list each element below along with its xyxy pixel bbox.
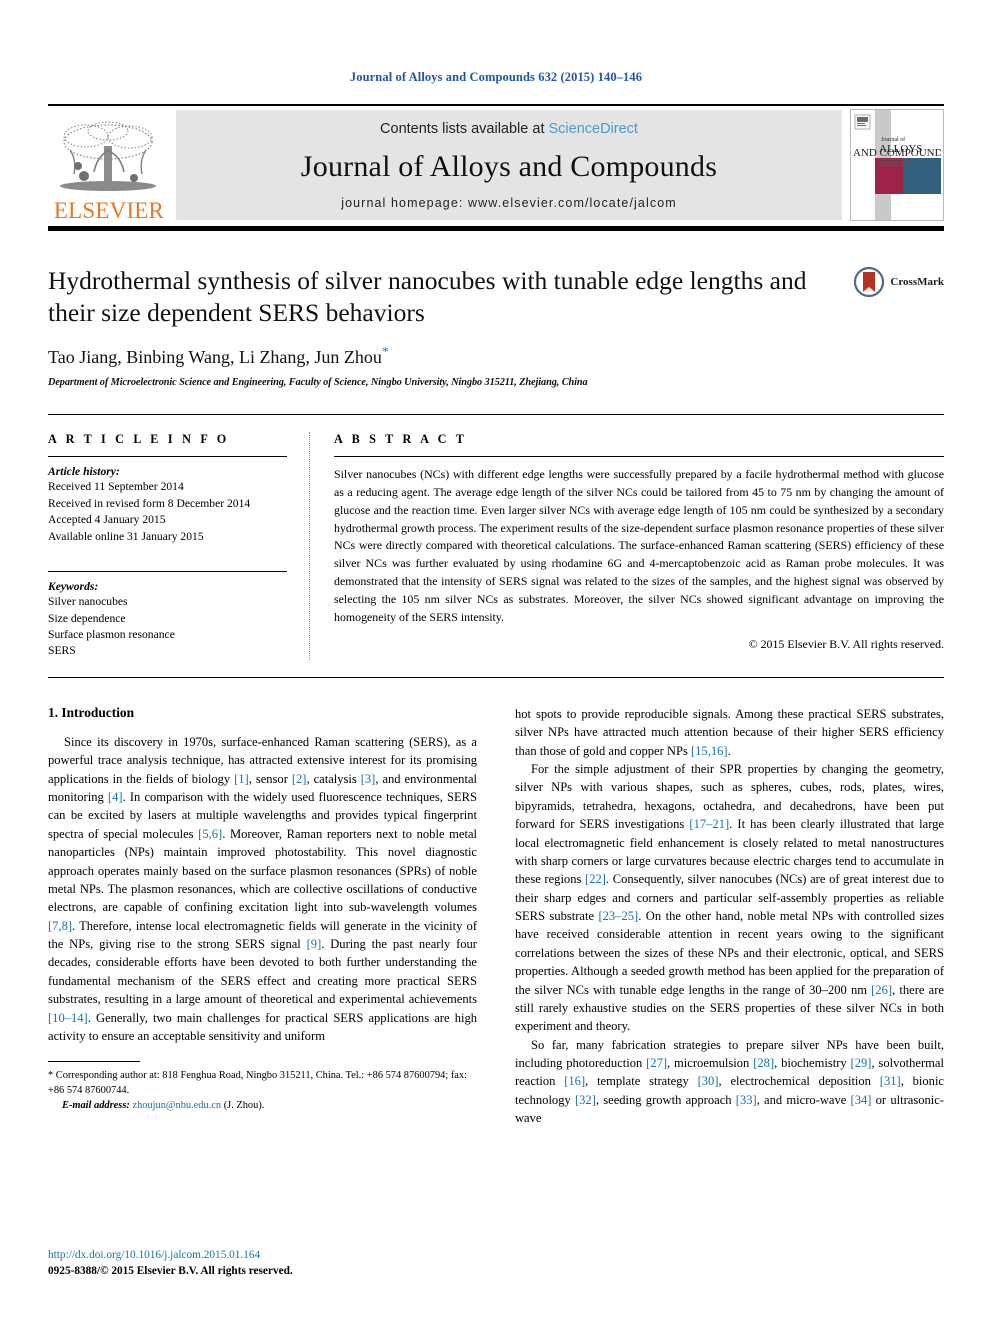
sciencedirect-link[interactable]: ScienceDirect <box>549 121 638 137</box>
crossmark-badge[interactable]: CrossMark <box>854 267 944 297</box>
elsevier-wordmark: ELSEVIER <box>53 198 165 223</box>
issn-copyright-line: 0925-8388/© 2015 Elsevier B.V. All right… <box>48 1265 293 1278</box>
masthead-center-panel: Contents lists available at ScienceDirec… <box>176 110 842 220</box>
citation-ref[interactable]: [5,6] <box>198 827 222 841</box>
keywords-heading: Keywords: <box>48 580 99 594</box>
citation-ref[interactable]: [33] <box>736 1093 757 1107</box>
citation-ref[interactable]: [16] <box>564 1074 585 1088</box>
affiliation: Department of Microelectronic Science an… <box>48 377 588 389</box>
contents-available-line: Contents lists available at ScienceDirec… <box>380 121 638 137</box>
intro-paragraph-right-1: hot spots to provide reproducible signal… <box>515 705 944 760</box>
article-history-item: Received 11 September 2014 <box>48 480 184 494</box>
article-info-heading: A R T I C L E I N F O <box>48 432 230 447</box>
contents-prefix: Contents lists available at <box>380 121 549 137</box>
citation-ref[interactable]: [30] <box>698 1074 719 1088</box>
intro-paragraph-right-2: For the simple adjustment of their SPR p… <box>515 760 944 1036</box>
journal-title: Journal of Alloys and Compounds <box>300 149 718 183</box>
citation-ref[interactable]: [10–14] <box>48 1011 88 1025</box>
citation-ref[interactable]: [31] <box>880 1074 901 1088</box>
text-run: , catalysis <box>306 771 361 786</box>
citation-ref[interactable]: [3] <box>361 772 376 786</box>
elsevier-tree-icon <box>60 121 156 191</box>
title-block: CrossMark Hydrothermal synthesis of silv… <box>48 265 944 388</box>
article-info-rule <box>48 456 287 458</box>
elsevier-logo: ELSEVIER <box>48 106 170 224</box>
text-run: . Generally, two main challenges for pra… <box>48 1010 477 1043</box>
abstract-rule <box>334 456 944 458</box>
text-run: , sensor <box>248 771 292 786</box>
text-run: , template strategy <box>585 1074 698 1089</box>
citation-ref[interactable]: [2] <box>292 772 307 786</box>
citation-ref[interactable]: [4] <box>108 790 123 804</box>
keywords-rule <box>48 571 287 573</box>
right-column: hot spots to provide reproducible signal… <box>515 705 944 1128</box>
footnote-text: Corresponding author at: 818 Fenghua Roa… <box>48 1070 467 1097</box>
running-head: Journal of Alloys and Compounds 632 (201… <box>349 70 643 84</box>
article-history-heading: Article history: <box>48 465 120 479</box>
masthead-bottom-rule <box>48 226 944 231</box>
crossmark-icon <box>854 267 885 297</box>
abstract-copyright: © 2015 Elsevier B.V. All rights reserved… <box>748 637 944 652</box>
intro-paragraph-right-3: So far, many fabrication strategies to p… <box>515 1036 944 1128</box>
doi-link[interactable]: http://dx.doi.org/10.1016/j.jalcom.2015.… <box>48 1248 293 1264</box>
article-history-item: Received in revised form 8 December 2014 <box>48 496 251 510</box>
citation-ref[interactable]: [17–21] <box>689 817 729 831</box>
article-info-abstract-panel: A R T I C L E I N F O Article history: R… <box>48 414 944 678</box>
citation-ref[interactable]: [23–25] <box>598 909 638 923</box>
citation-ref[interactable]: [22] <box>585 872 606 886</box>
citation-ref[interactable]: [7,8] <box>48 919 72 933</box>
journal-cover-art: Journal of ALLOYS AND COMPOUNDS <box>851 110 943 220</box>
journal-homepage-line[interactable]: journal homepage: www.elsevier.com/locat… <box>341 196 677 210</box>
author-list: Tao Jiang, Binbing Wang, Li Zhang, Jun Z… <box>48 345 824 368</box>
text-run: , seeding growth approach <box>595 1092 736 1107</box>
page-title: Hydrothermal synthesis of silver nanocub… <box>48 266 807 328</box>
citation-ref[interactable]: [15,16] <box>691 744 728 758</box>
body-columns: 1. Introduction Since its discovery in 1… <box>48 705 944 1128</box>
keyword-item: Silver nanocubes <box>48 595 128 609</box>
footnote-block: * Corresponding author at: 818 Fenghua R… <box>48 1061 477 1113</box>
email-link[interactable]: zhoujun@nbu.edu.cn <box>132 1100 221 1111</box>
email-label: E-mail address: <box>62 1099 130 1111</box>
abstract-text: Silver nanocubes (NCs) with different ed… <box>334 467 944 624</box>
keyword-item: SERS <box>48 644 76 658</box>
intro-paragraph-left: Since its discovery in 1970s, surface-en… <box>48 733 477 1045</box>
email-suffix: (J. Zhou). <box>221 1099 265 1111</box>
footnote-rule <box>48 1061 140 1063</box>
abstract-column: A B S T R A C T Silver nanocubes (NCs) w… <box>310 432 944 660</box>
citation-ref[interactable]: [28] <box>753 1056 774 1070</box>
citation-ref[interactable]: [1] <box>234 772 249 786</box>
paper-page: Journal of Alloys and Compounds 632 (201… <box>0 0 992 1323</box>
svg-text:AND COMPOUNDS: AND COMPOUNDS <box>853 147 941 159</box>
text-run: , electrochemical deposition <box>718 1074 880 1089</box>
journal-cover-thumbnail: Journal of ALLOYS AND COMPOUNDS <box>850 109 944 221</box>
citation-ref[interactable]: [26] <box>871 983 892 997</box>
keyword-item: Surface plasmon resonance <box>48 627 175 641</box>
text-run: . <box>727 743 731 758</box>
article-info-column: A R T I C L E I N F O Article history: R… <box>48 432 310 660</box>
article-history-item: Accepted 4 January 2015 <box>48 513 166 527</box>
text-run: , and micro-wave <box>756 1092 851 1107</box>
section-heading-introduction: 1. Introduction <box>48 704 135 720</box>
citation-ref[interactable]: [32] <box>575 1093 596 1107</box>
keyword-item: Size dependence <box>48 611 126 625</box>
text-run: , microemulsion <box>667 1056 754 1070</box>
text-run: , biochemistry <box>774 1056 851 1070</box>
corresponding-author-note: * Corresponding author at: 818 Fenghua R… <box>48 1069 477 1099</box>
svg-text:Journal of: Journal of <box>881 136 905 143</box>
author-names: Tao Jiang, Binbing Wang, Li Zhang, Jun Z… <box>48 347 382 368</box>
citation-ref[interactable]: [34] <box>851 1093 872 1107</box>
citation-ref[interactable]: [9] <box>307 937 322 951</box>
crossmark-label: CrossMark <box>890 276 944 288</box>
corresponding-author-marker: * <box>381 345 389 361</box>
article-history-item: Available online 31 January 2015 <box>48 529 204 543</box>
citation-ref[interactable]: [27] <box>646 1056 667 1070</box>
email-note: E-mail address: zhoujun@nbu.edu.cn (J. Z… <box>48 1099 477 1114</box>
doi-block: http://dx.doi.org/10.1016/j.jalcom.2015.… <box>48 1248 293 1280</box>
abstract-heading: A B S T R A C T <box>334 432 468 447</box>
citation-ref[interactable]: [29] <box>851 1056 872 1070</box>
journal-masthead: ELSEVIER Contents lists available at Sci… <box>48 104 944 224</box>
left-column: 1. Introduction Since its discovery in 1… <box>48 705 477 1128</box>
